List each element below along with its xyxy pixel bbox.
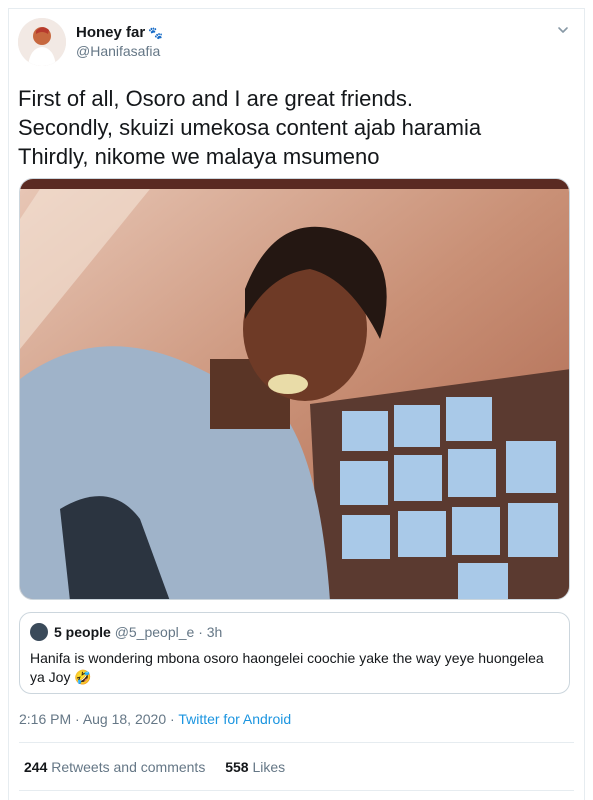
tweet-source-link[interactable]: Twitter for Android	[178, 711, 291, 727]
display-name[interactable]: Honey far 🐾	[76, 24, 163, 42]
retweets-stat[interactable]: 244 Retweets and comments	[24, 758, 205, 776]
retweets-count: 244	[24, 759, 48, 775]
quoted-tweet-header: 5 people @5_peopl_e · 3h	[30, 623, 222, 641]
likes-count: 558	[225, 759, 249, 775]
tweet-text: First of all, Osoro and I are great frie…	[18, 86, 482, 169]
avatar[interactable]	[18, 18, 66, 66]
tweet-header: Honey far 🐾 @Hanifasafia	[18, 18, 575, 68]
tweet-date[interactable]: Aug 18, 2020	[83, 711, 166, 727]
divider	[19, 790, 574, 791]
quoted-avatar	[30, 623, 48, 641]
quoted-name: 5 people	[54, 624, 111, 640]
retweets-label: Retweets and comments	[51, 759, 206, 775]
quoted-time: 3h	[206, 624, 223, 640]
quoted-handle: @5_peopl_e	[114, 624, 195, 640]
quoted-tweet[interactable]: 5 people @5_peopl_e · 3h Hanifa is wonde…	[19, 612, 570, 694]
meta-separator-1: ·	[71, 711, 83, 727]
likes-stat[interactable]: 558 Likes	[225, 758, 285, 776]
tweet-photo[interactable]	[19, 178, 570, 600]
tweet-stats: 244 Retweets and comments 558 Likes	[24, 758, 301, 776]
chevron-down-icon[interactable]	[557, 24, 569, 36]
photo-image	[20, 179, 569, 599]
divider	[19, 742, 574, 743]
paw-emoji: 🐾	[148, 26, 164, 40]
meta-separator-2: ·	[166, 711, 179, 727]
display-name-text: Honey far	[76, 24, 146, 41]
likes-label: Likes	[252, 759, 286, 775]
user-handle[interactable]: @Hanifasafia	[76, 42, 163, 60]
tweet-time[interactable]: 2:16 PM	[19, 711, 71, 727]
avatar-image	[18, 18, 66, 66]
quoted-text: Hanifa is wondering mbona osoro haongele…	[30, 650, 544, 685]
quoted-separator: ·	[198, 624, 203, 640]
tweet-meta: 2:16 PM · Aug 18, 2020 · Twitter for And…	[19, 710, 291, 728]
